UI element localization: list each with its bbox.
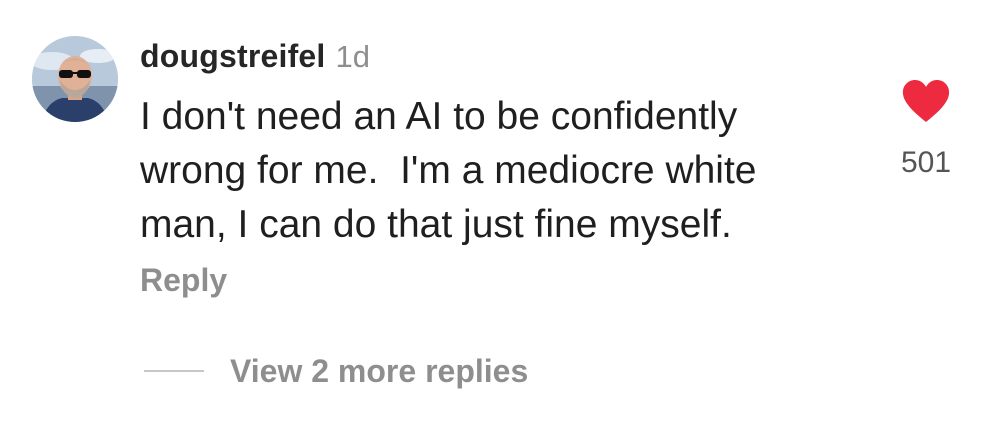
avatar[interactable] [32,36,118,122]
comment-item: dougstreifel 1d I don't need an AI to be… [0,0,1000,429]
comment-header: dougstreifel 1d [140,38,370,82]
heart-filled-icon [902,80,950,122]
timestamp: 1d [335,39,371,74]
like-button[interactable] [900,78,952,124]
reply-button[interactable]: Reply [140,262,227,299]
view-replies-toggle[interactable]: View 2 more replies [144,346,528,396]
avatar-photo [32,36,118,122]
replies-divider [144,370,204,372]
username[interactable]: dougstreifel [140,38,326,75]
comment-text: I don't need an AI to be confidently wro… [140,95,757,246]
view-replies-label[interactable]: View 2 more replies [230,353,528,390]
like-count: 501 [900,146,952,179]
